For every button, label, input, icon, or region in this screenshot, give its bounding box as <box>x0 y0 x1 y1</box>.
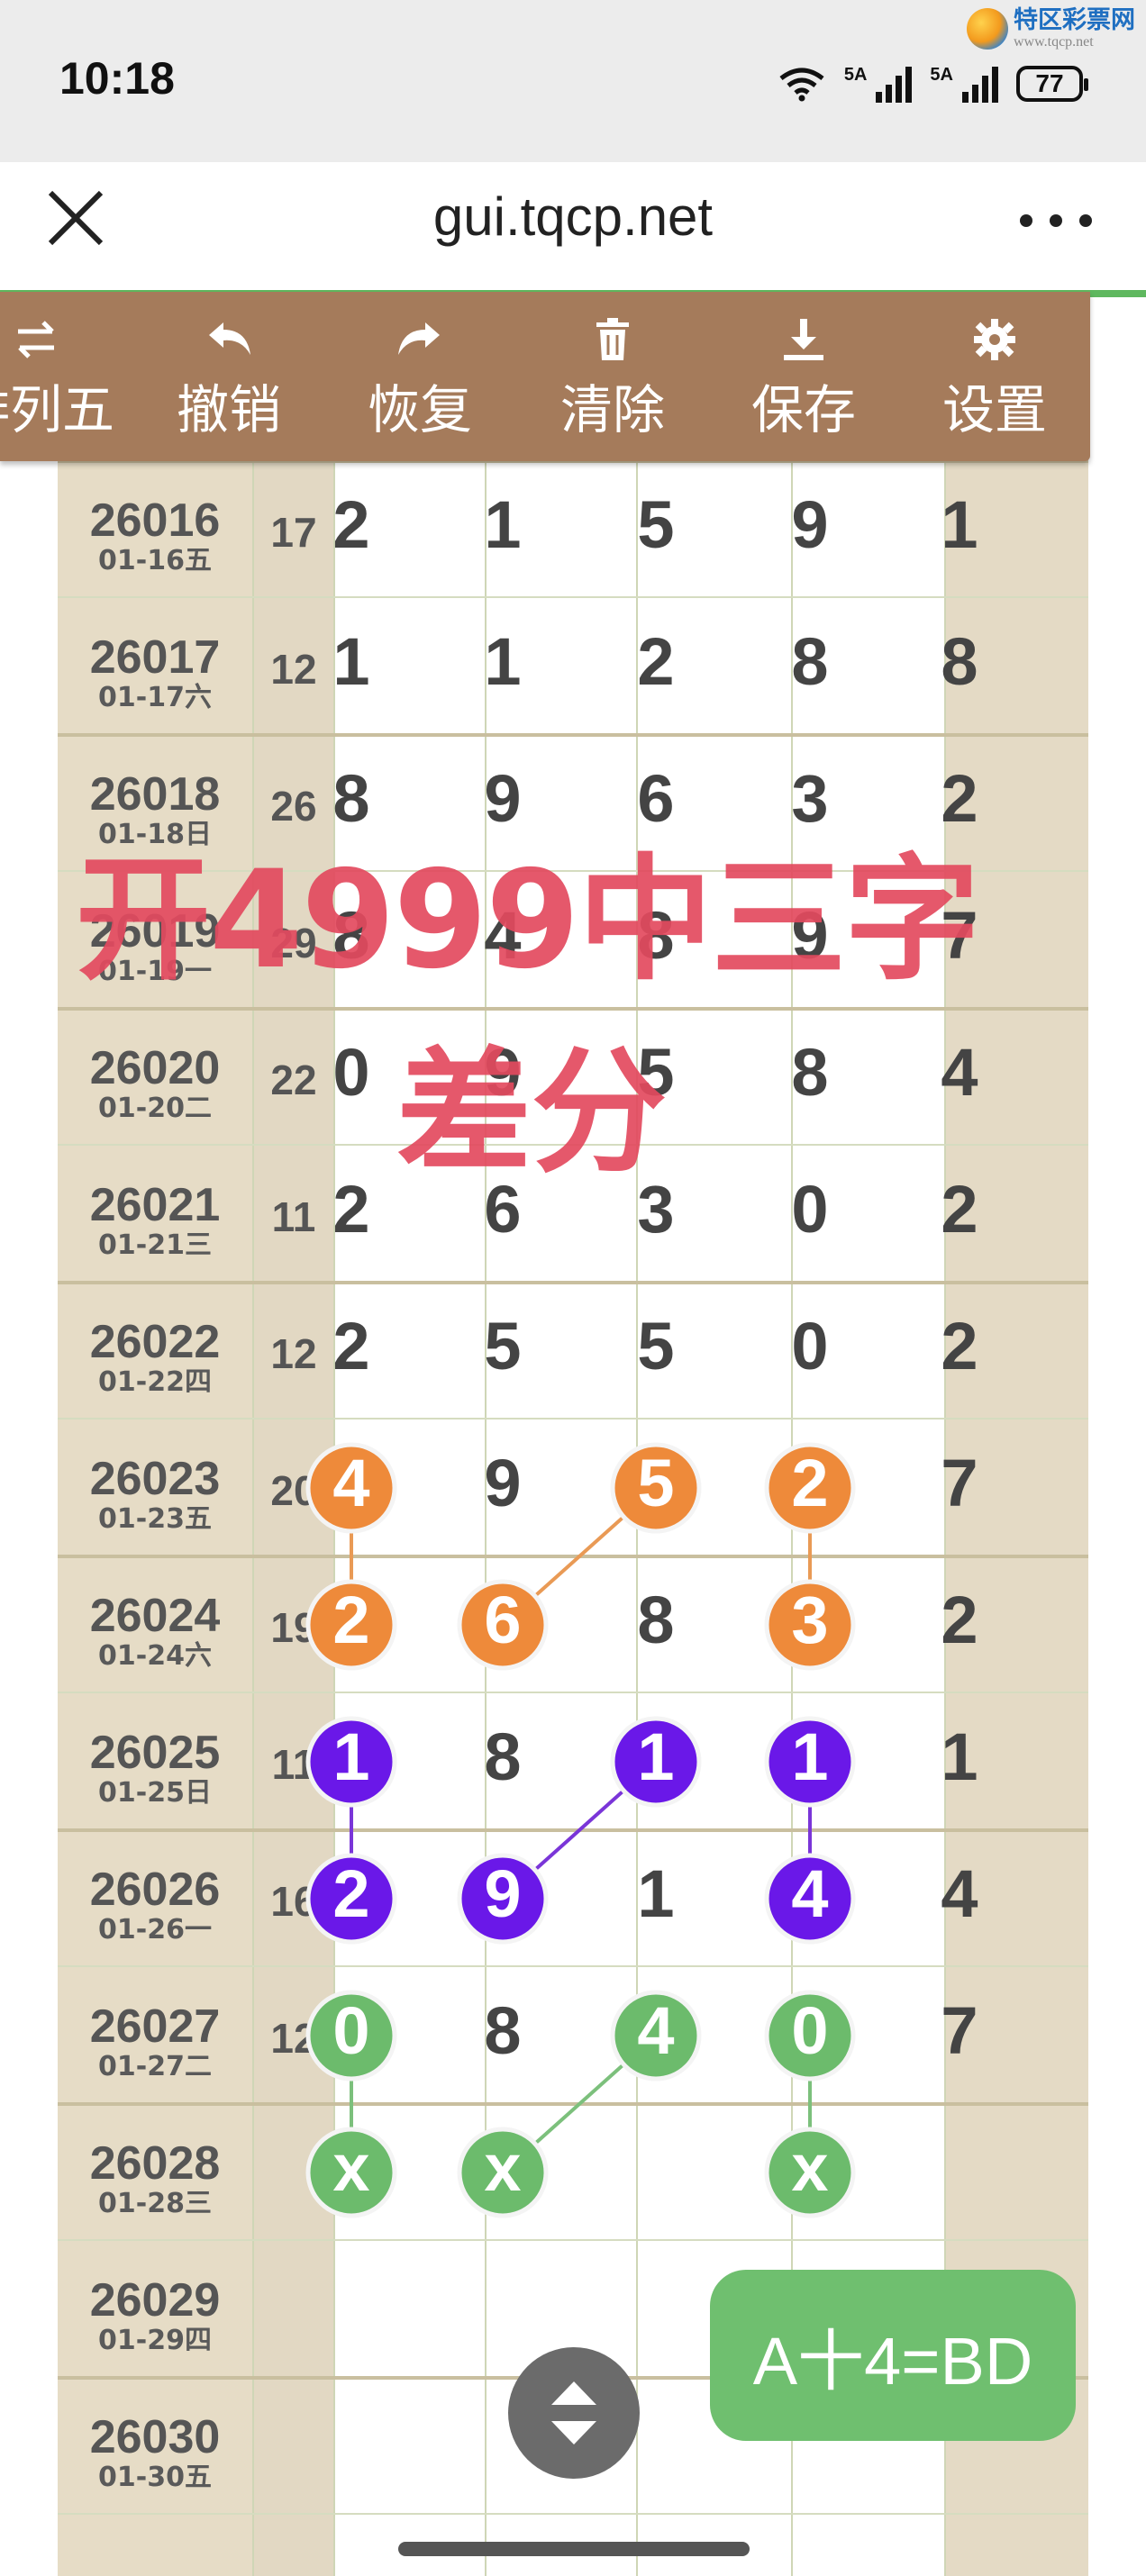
digit-cell[interactable]: 5 <box>449 1308 557 1384</box>
digit-cell[interactable]: 1 <box>905 1719 1014 1795</box>
more-menu-icon[interactable] <box>1020 207 1092 234</box>
digit-cell[interactable]: 0 <box>756 1308 864 1384</box>
digit-cell[interactable]: 9 <box>449 1855 557 1932</box>
status-icons: 5A 5A 77 <box>778 65 1088 103</box>
swap-icon <box>18 321 54 358</box>
undo-icon <box>209 322 250 355</box>
digit-cell[interactable]: 8 <box>756 1034 864 1111</box>
digit-cell[interactable]: 2 <box>297 1171 405 1247</box>
save-button[interactable]: 保存 <box>714 317 894 443</box>
digit-cell[interactable]: 2 <box>297 1855 405 1932</box>
digit-cell[interactable]: 4 <box>905 1034 1014 1111</box>
digit-cell[interactable]: 7 <box>905 1992 1014 2069</box>
digit-cell[interactable]: 4 <box>297 1445 405 1521</box>
overlay-title: 开4999中三字 <box>76 842 979 999</box>
digit-cell[interactable]: x <box>449 2129 557 2206</box>
digit-cell[interactable]: 2 <box>297 1582 405 1658</box>
digit-cell[interactable]: 8 <box>905 623 1014 700</box>
lottery-trend-chart: 2601501-15四8202442601601-16五172159126017… <box>58 350 1088 2576</box>
wifi-icon <box>779 68 824 102</box>
digit-cell[interactable]: 2 <box>905 1582 1014 1658</box>
digit-cell[interactable]: 8 <box>602 1582 710 1658</box>
toolbar: 排列五 撤销 恢复 清除 保存 <box>0 292 1090 461</box>
digit-cell[interactable]: 1 <box>602 1855 710 1932</box>
digit-cell[interactable]: 5 <box>602 1308 710 1384</box>
watermark-title: 特区彩票网 <box>1014 6 1135 34</box>
digit-cell[interactable]: 1 <box>297 623 405 700</box>
overlay-subtitle: 差分 <box>396 1035 668 1192</box>
digit-cell[interactable]: 3 <box>756 1582 864 1658</box>
digit-cell[interactable]: 1 <box>297 1719 405 1795</box>
settings-button[interactable]: 设置 <box>905 317 1085 443</box>
digit-cell[interactable]: 2 <box>905 1308 1014 1384</box>
lottery-type-button[interactable]: 排列五 <box>0 317 126 443</box>
digit-cell[interactable]: 1 <box>905 486 1014 563</box>
signal-tag-2: 5A <box>930 65 953 85</box>
redo-icon <box>398 322 440 355</box>
scroll-handle[interactable] <box>508 2347 640 2479</box>
signal-1-icon <box>876 65 913 103</box>
digit-cell[interactable]: 5 <box>602 486 710 563</box>
page-url: gui.tqcp.net <box>432 186 714 247</box>
digit-cell[interactable]: 8 <box>756 623 864 700</box>
signal-2-icon <box>962 65 998 103</box>
digit-cell[interactable]: 2 <box>602 623 710 700</box>
digit-cell[interactable]: 2 <box>297 486 405 563</box>
digit-cell[interactable]: 0 <box>756 1171 864 1247</box>
watermark-logo: 特区彩票网 www.tqcp.net <box>967 7 1135 50</box>
digit-cell[interactable]: 1 <box>602 1719 710 1795</box>
digit-cell[interactable]: 5 <box>602 1445 710 1521</box>
digit-cell[interactable]: 0 <box>297 1992 405 2069</box>
battery-icon: 77 <box>1016 66 1088 102</box>
digit-cell[interactable]: x <box>756 2129 864 2206</box>
watermark-url: www.tqcp.net <box>1014 34 1094 50</box>
watermark-logo-icon <box>967 8 1008 50</box>
download-icon <box>784 319 823 360</box>
digit-cell[interactable]: 2 <box>756 1445 864 1521</box>
digit-cell[interactable]: 6 <box>449 1582 557 1658</box>
digit-cell[interactable]: 1 <box>756 1719 864 1795</box>
clear-button[interactable]: 清除 <box>523 317 703 443</box>
trash-icon <box>596 318 629 360</box>
digit-cell[interactable]: 2 <box>905 1171 1014 1247</box>
redo-button[interactable]: 恢复 <box>330 317 510 443</box>
digit-cell[interactable]: 0 <box>756 1992 864 2069</box>
digit-cell[interactable]: 8 <box>449 1719 557 1795</box>
digit-cell[interactable]: 0 <box>297 1034 405 1111</box>
digit-cell[interactable]: 9 <box>449 1445 557 1521</box>
undo-button[interactable]: 撤销 <box>139 317 319 443</box>
digit-cell[interactable]: x <box>297 2129 405 2206</box>
gear-icon <box>974 319 1015 360</box>
up-down-arrows-icon <box>551 2381 596 2444</box>
digit-cell[interactable]: 8 <box>449 1992 557 2069</box>
signal-tag-1: 5A <box>843 65 868 85</box>
digit-cell[interactable]: 1 <box>449 486 557 563</box>
status-bar: 10:18 5A 5A 77 特区彩票网 www.tqcp.net <box>0 0 1146 162</box>
digit-cell[interactable]: 7 <box>905 1445 1014 1521</box>
digit-cell[interactable]: 4 <box>602 1992 710 2069</box>
digit-cell[interactable]: 1 <box>449 623 557 700</box>
home-indicator <box>398 2542 750 2556</box>
digit-cell[interactable]: 2 <box>297 1308 405 1384</box>
digit-cell[interactable]: 4 <box>756 1855 864 1932</box>
status-time: 10:18 <box>59 53 175 104</box>
formula-badge[interactable]: A十4=BD <box>710 2270 1076 2441</box>
digit-cell[interactable]: 9 <box>756 486 864 563</box>
digit-cell[interactable]: 4 <box>905 1855 1014 1932</box>
